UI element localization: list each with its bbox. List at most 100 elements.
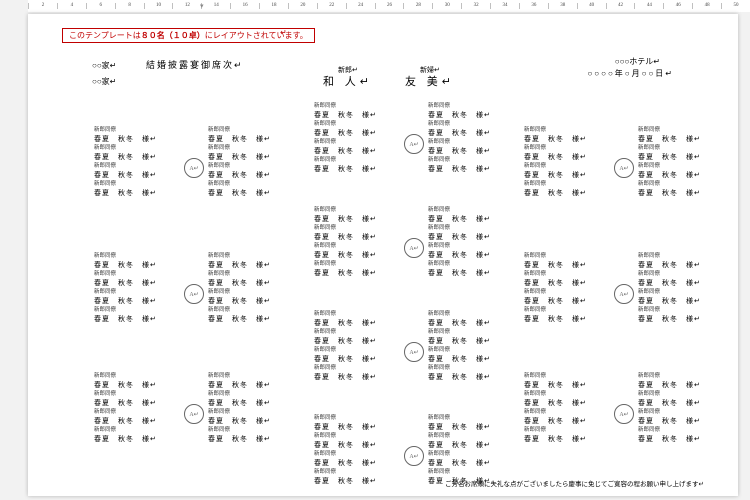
seat-entry[interactable]: 新郎同僚春夏 秋冬 様↵ [314,102,377,120]
seat-entry[interactable]: 新郎同僚春夏 秋冬 様↵ [428,260,491,278]
seat-entry[interactable]: 新郎同僚春夏 秋冬 様↵ [208,288,271,306]
seat-entry[interactable]: 新郎同僚春夏 秋冬 様↵ [314,224,377,242]
seat-entry[interactable]: 新郎同僚春夏 秋冬 様↵ [314,328,377,346]
seat-entry[interactable]: 新郎同僚春夏 秋冬 様↵ [94,252,157,270]
seat-name: 春夏 秋冬 様↵ [524,315,587,324]
seat-entry[interactable]: 新郎同僚春夏 秋冬 様↵ [314,206,377,224]
seat-entry[interactable]: 新郎同僚春夏 秋冬 様↵ [314,120,377,138]
seat-entry[interactable]: 新郎同僚春夏 秋冬 様↵ [94,126,157,144]
seat-entry[interactable]: 新郎同僚春夏 秋冬 様↵ [524,288,587,306]
seat-entry[interactable]: 新郎同僚春夏 秋冬 様↵ [428,156,491,174]
seat-entry[interactable]: 新郎同僚春夏 秋冬 様↵ [94,306,157,324]
seat-entry[interactable]: 新郎同僚春夏 秋冬 様↵ [638,408,701,426]
seat-entry[interactable]: 新郎同僚春夏 秋冬 様↵ [314,364,377,382]
seat-entry[interactable]: 新郎同僚春夏 秋冬 様↵ [208,180,271,198]
seat-entry[interactable]: 新郎同僚春夏 秋冬 様↵ [428,364,491,382]
seat-entry[interactable]: 新郎同僚春夏 秋冬 様↵ [638,126,701,144]
seat-entry[interactable]: 新郎同僚春夏 秋冬 様↵ [524,390,587,408]
seat-entry[interactable]: 新郎同僚春夏 秋冬 様↵ [524,162,587,180]
seat-entry[interactable]: 新郎同僚春夏 秋冬 様↵ [94,180,157,198]
seat-entry[interactable]: 新郎同僚春夏 秋冬 様↵ [314,260,377,278]
seat-entry[interactable]: 新郎同僚春夏 秋冬 様↵ [208,372,271,390]
seat-entry[interactable]: 新郎同僚春夏 秋冬 様↵ [428,328,491,346]
seat-entry[interactable]: 新郎同僚春夏 秋冬 様↵ [428,242,491,260]
seat-entry[interactable]: 新郎同僚春夏 秋冬 様↵ [314,346,377,364]
seat-entry[interactable]: 新郎同僚春夏 秋冬 様↵ [428,432,491,450]
seat-entry[interactable]: 新郎同僚春夏 秋冬 様↵ [638,180,701,198]
seat-entry[interactable]: 新郎同僚春夏 秋冬 様↵ [524,426,587,444]
seat-entry[interactable]: 新郎同僚春夏 秋冬 様↵ [524,126,587,144]
ruler-tick: 38 [548,3,577,9]
seat-entry[interactable]: 新郎同僚春夏 秋冬 様↵ [428,224,491,242]
seat-entry[interactable]: 新郎同僚春夏 秋冬 様↵ [208,126,271,144]
seat-entry[interactable]: 新郎同僚春夏 秋冬 様↵ [638,252,701,270]
seat-entry[interactable]: 新郎同僚春夏 秋冬 様↵ [428,310,491,328]
seat-entry[interactable]: 新郎同僚春夏 秋冬 様↵ [524,306,587,324]
seat-entry[interactable]: 新郎同僚春夏 秋冬 様↵ [94,162,157,180]
table-label-circle[interactable]: A↵ [404,134,424,154]
seat-entry[interactable]: 新郎同僚春夏 秋冬 様↵ [314,468,377,486]
seat-entry[interactable]: 新郎同僚春夏 秋冬 様↵ [428,206,491,224]
seat-column: 新郎同僚春夏 秋冬 様↵新郎同僚春夏 秋冬 様↵新郎同僚春夏 秋冬 様↵新郎同僚… [94,126,157,198]
seat-entry[interactable]: 新郎同僚春夏 秋冬 様↵ [208,270,271,288]
seat-entry[interactable]: 新郎同僚春夏 秋冬 様↵ [524,372,587,390]
seat-entry[interactable]: 新郎同僚春夏 秋冬 様↵ [524,252,587,270]
seat-entry[interactable]: 新郎同僚春夏 秋冬 様↵ [638,390,701,408]
table-label-circle[interactable]: A↵ [184,158,204,178]
seat-entry[interactable]: 新郎同僚春夏 秋冬 様↵ [524,408,587,426]
seat-entry[interactable]: 新郎同僚春夏 秋冬 様↵ [208,252,271,270]
seat-relation: 新郎同僚 [208,126,271,135]
seat-entry[interactable]: 新郎同僚春夏 秋冬 様↵ [208,426,271,444]
seat-entry[interactable]: 新郎同僚春夏 秋冬 様↵ [208,306,271,324]
document-page[interactable]: このテンプレートは８０名（１０卓）にレイアウトされています。 ↵ ○○家↵ ○○… [28,14,738,496]
seat-entry[interactable]: 新郎同僚春夏 秋冬 様↵ [638,306,701,324]
seat-entry[interactable]: 新郎同僚春夏 秋冬 様↵ [314,242,377,260]
table-label-circle[interactable]: A↵ [404,238,424,258]
table-label-circle[interactable]: A↵ [614,158,634,178]
seat-entry[interactable]: 新郎同僚春夏 秋冬 様↵ [638,270,701,288]
seat-entry[interactable]: 新郎同僚春夏 秋冬 様↵ [94,372,157,390]
seat-entry[interactable]: 新郎同僚春夏 秋冬 様↵ [428,102,491,120]
seat-relation: 新郎同僚 [428,450,491,459]
seat-entry[interactable]: 新郎同僚春夏 秋冬 様↵ [524,270,587,288]
seat-entry[interactable]: 新郎同僚春夏 秋冬 様↵ [208,390,271,408]
seat-entry[interactable]: 新郎同僚春夏 秋冬 様↵ [94,426,157,444]
table-label-circle[interactable]: A↵ [614,284,634,304]
seat-entry[interactable]: 新郎同僚春夏 秋冬 様↵ [428,138,491,156]
seat-entry[interactable]: 新郎同僚春夏 秋冬 様↵ [94,390,157,408]
seat-entry[interactable]: 新郎同僚春夏 秋冬 様↵ [208,162,271,180]
seat-relation: 新郎同僚 [94,144,157,153]
seat-entry[interactable]: 新郎同僚春夏 秋冬 様↵ [94,408,157,426]
seat-entry[interactable]: 新郎同僚春夏 秋冬 様↵ [208,408,271,426]
seat-entry[interactable]: 新郎同僚春夏 秋冬 様↵ [428,120,491,138]
seat-relation: 新郎同僚 [94,408,157,417]
seat-entry[interactable]: 新郎同僚春夏 秋冬 様↵ [524,144,587,162]
seat-entry[interactable]: 新郎同僚春夏 秋冬 様↵ [314,138,377,156]
seat-entry[interactable]: 新郎同僚春夏 秋冬 様↵ [94,144,157,162]
seat-entry[interactable]: 新郎同僚春夏 秋冬 様↵ [638,162,701,180]
table-label-circle[interactable]: A↵ [184,404,204,424]
seat-entry[interactable]: 新郎同僚春夏 秋冬 様↵ [94,270,157,288]
seat-column: 新郎同僚春夏 秋冬 様↵新郎同僚春夏 秋冬 様↵新郎同僚春夏 秋冬 様↵新郎同僚… [94,252,157,324]
table-label-circle[interactable]: A↵ [614,404,634,424]
seat-entry[interactable]: 新郎同僚春夏 秋冬 様↵ [314,432,377,450]
seat-entry[interactable]: 新郎同僚春夏 秋冬 様↵ [314,414,377,432]
ruler-tick: 42 [606,3,635,9]
seat-entry[interactable]: 新郎同僚春夏 秋冬 様↵ [428,414,491,432]
seat-entry[interactable]: 新郎同僚春夏 秋冬 様↵ [94,288,157,306]
seat-entry[interactable]: 新郎同僚春夏 秋冬 様↵ [428,346,491,364]
seat-entry[interactable]: 新郎同僚春夏 秋冬 様↵ [638,144,701,162]
seat-entry[interactable]: 新郎同僚春夏 秋冬 様↵ [314,156,377,174]
table-label-circle[interactable]: A↵ [184,284,204,304]
seat-entry[interactable]: 新郎同僚春夏 秋冬 様↵ [428,450,491,468]
seat-entry[interactable]: 新郎同僚春夏 秋冬 様↵ [638,372,701,390]
seat-entry[interactable]: 新郎同僚春夏 秋冬 様↵ [638,426,701,444]
table-label-circle[interactable]: A↵ [404,446,424,466]
seat-entry[interactable]: 新郎同僚春夏 秋冬 様↵ [208,144,271,162]
seat-entry[interactable]: 新郎同僚春夏 秋冬 様↵ [524,180,587,198]
seat-name: 春夏 秋冬 様↵ [524,381,587,390]
seat-entry[interactable]: 新郎同僚春夏 秋冬 様↵ [314,450,377,468]
seat-entry[interactable]: 新郎同僚春夏 秋冬 様↵ [638,288,701,306]
seat-entry[interactable]: 新郎同僚春夏 秋冬 様↵ [314,310,377,328]
table-label-circle[interactable]: A↵ [404,342,424,362]
